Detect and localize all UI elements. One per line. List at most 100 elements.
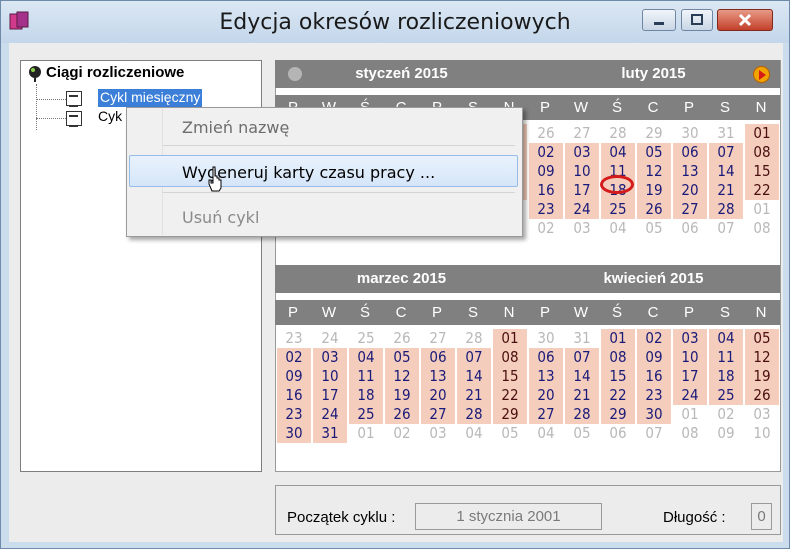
day-cell[interactable]: 30 [673, 124, 707, 143]
day-cell[interactable]: 15 [601, 367, 635, 386]
day-cell[interactable]: 25 [709, 386, 743, 405]
day-cell[interactable]: 25 [601, 200, 635, 219]
day-cell[interactable]: 24 [565, 200, 599, 219]
day-cell[interactable]: 09 [709, 424, 743, 443]
day-cell[interactable]: 05 [745, 329, 779, 348]
day-cell[interactable]: 03 [421, 424, 455, 443]
day-cell[interactable]: 26 [745, 386, 779, 405]
day-cell[interactable]: 23 [277, 405, 311, 424]
next-month-button[interactable] [753, 66, 770, 83]
day-cell[interactable]: 28 [457, 329, 491, 348]
day-cell[interactable]: 19 [385, 386, 419, 405]
day-cell[interactable]: 03 [313, 348, 347, 367]
day-cell[interactable]: 07 [565, 348, 599, 367]
day-cell[interactable]: 07 [637, 424, 671, 443]
day-cell[interactable]: 27 [673, 200, 707, 219]
day-cell[interactable]: 22 [745, 181, 779, 200]
day-cell[interactable]: 25 [349, 405, 383, 424]
day-cell[interactable]: 04 [529, 424, 563, 443]
day-cell[interactable]: 26 [385, 329, 419, 348]
day-cell[interactable]: 17 [673, 367, 707, 386]
day-cell[interactable]: 09 [637, 348, 671, 367]
day-cell[interactable]: 27 [529, 405, 563, 424]
day-cell[interactable]: 02 [385, 424, 419, 443]
day-cell[interactable]: 17 [565, 181, 599, 200]
day-cell[interactable]: 26 [529, 124, 563, 143]
day-cell[interactable]: 30 [277, 424, 311, 443]
day-cell[interactable]: 13 [529, 367, 563, 386]
length-field[interactable]: 0 [751, 503, 772, 530]
day-cell[interactable]: 31 [565, 329, 599, 348]
day-cell[interactable]: 15 [745, 162, 779, 181]
day-cell[interactable]: 29 [637, 124, 671, 143]
day-cell[interactable]: 24 [673, 386, 707, 405]
day-cell[interactable]: 06 [529, 348, 563, 367]
day-cell[interactable]: 19 [637, 181, 671, 200]
day-cell[interactable]: 27 [421, 405, 455, 424]
day-cell[interactable]: 20 [673, 181, 707, 200]
previous-month-button[interactable] [288, 67, 302, 81]
day-cell[interactable]: 09 [529, 162, 563, 181]
day-cell[interactable]: 30 [637, 405, 671, 424]
day-cell[interactable]: 28 [457, 405, 491, 424]
day-cell[interactable]: 08 [745, 219, 779, 238]
day-cell[interactable]: 11 [709, 348, 743, 367]
day-cell[interactable]: 02 [637, 329, 671, 348]
day-cell[interactable]: 25 [349, 329, 383, 348]
day-cell[interactable]: 12 [385, 367, 419, 386]
day-cell[interactable]: 20 [529, 386, 563, 405]
day-cell[interactable]: 18 [709, 367, 743, 386]
day-cell[interactable]: 09 [277, 367, 311, 386]
day-cell[interactable]: 28 [565, 405, 599, 424]
day-cell[interactable]: 05 [637, 143, 671, 162]
day-cell[interactable]: 01 [745, 200, 779, 219]
minimize-button[interactable] [642, 9, 676, 31]
day-cell[interactable]: 04 [709, 329, 743, 348]
day-cell[interactable]: 26 [637, 200, 671, 219]
day-cell[interactable]: 04 [349, 348, 383, 367]
day-cell[interactable]: 01 [601, 329, 635, 348]
tree-item-cycle-monthly[interactable]: Cykl miesięczny [98, 89, 203, 107]
day-cell[interactable]: 02 [277, 348, 311, 367]
day-cell[interactable]: 02 [529, 143, 563, 162]
day-cell[interactable]: 31 [313, 424, 347, 443]
day-cell[interactable]: 07 [709, 143, 743, 162]
day-cell[interactable]: 02 [709, 405, 743, 424]
day-cell[interactable]: 10 [673, 348, 707, 367]
day-cell[interactable]: 10 [745, 424, 779, 443]
day-cell[interactable]: 01 [745, 124, 779, 143]
day-cell[interactable]: 10 [313, 367, 347, 386]
day-cell[interactable]: 14 [709, 162, 743, 181]
day-cell[interactable]: 19 [745, 367, 779, 386]
day-cell[interactable]: 08 [493, 348, 527, 367]
day-cell[interactable]: 04 [601, 219, 635, 238]
day-cell[interactable]: 28 [601, 124, 635, 143]
day-cell[interactable]: 06 [673, 219, 707, 238]
day-cell[interactable]: 23 [637, 386, 671, 405]
day-cell[interactable]: 05 [565, 424, 599, 443]
day-cell[interactable]: 10 [565, 162, 599, 181]
day-cell[interactable]: 21 [565, 386, 599, 405]
day-cell[interactable]: 21 [457, 386, 491, 405]
day-cell[interactable]: 14 [457, 367, 491, 386]
day-cell[interactable]: 05 [637, 219, 671, 238]
day-cell[interactable]: 08 [745, 143, 779, 162]
day-cell[interactable]: 22 [493, 386, 527, 405]
day-cell[interactable]: 08 [673, 424, 707, 443]
day-cell[interactable]: 27 [565, 124, 599, 143]
day-cell[interactable]: 05 [493, 424, 527, 443]
day-cell[interactable]: 07 [457, 348, 491, 367]
day-cell[interactable]: 29 [601, 405, 635, 424]
day-cell[interactable]: 31 [709, 124, 743, 143]
day-cell[interactable]: 12 [637, 162, 671, 181]
day-cell[interactable]: 04 [457, 424, 491, 443]
day-cell[interactable]: 29 [493, 405, 527, 424]
day-cell[interactable]: 24 [313, 405, 347, 424]
day-cell[interactable]: 01 [673, 405, 707, 424]
day-cell[interactable]: 06 [673, 143, 707, 162]
day-cell[interactable]: 01 [349, 424, 383, 443]
day-cell[interactable]: 05 [385, 348, 419, 367]
day-cell[interactable]: 08 [601, 348, 635, 367]
day-cell[interactable]: 23 [529, 200, 563, 219]
day-cell[interactable]: 27 [421, 329, 455, 348]
